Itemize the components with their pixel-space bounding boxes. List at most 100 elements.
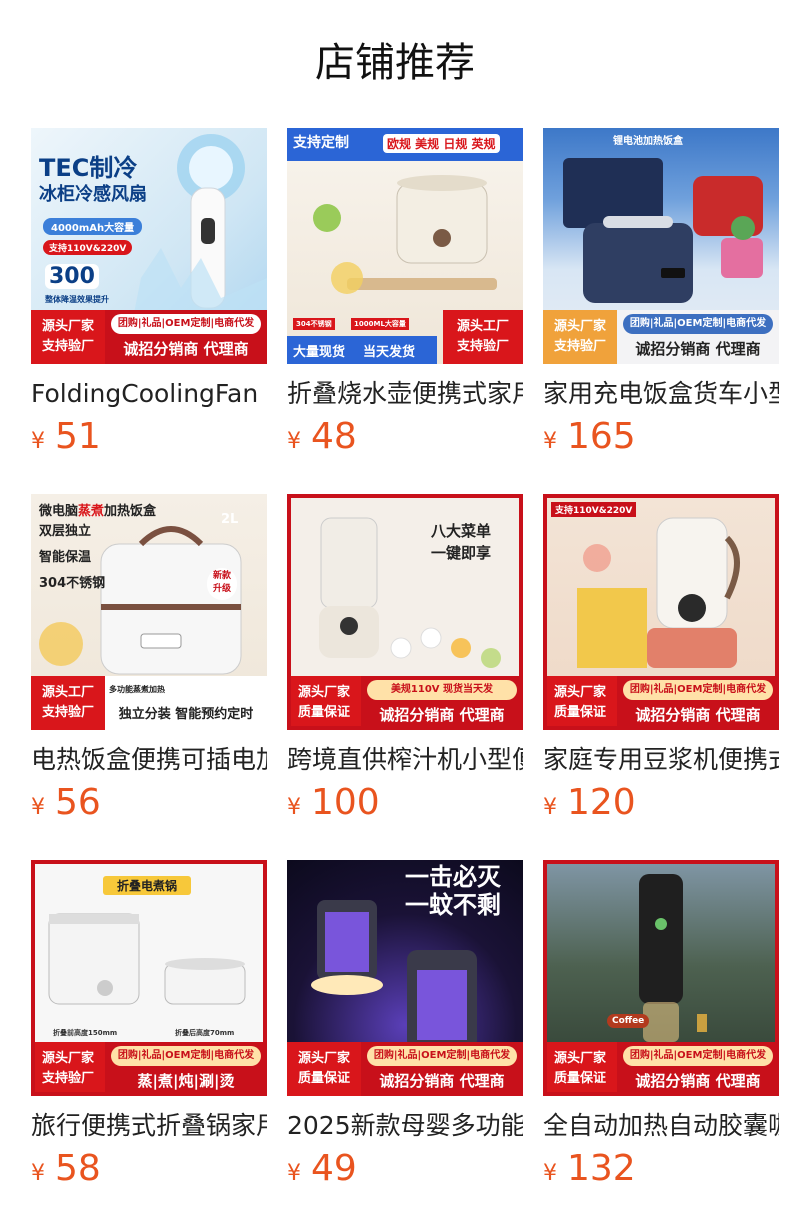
band-main-text: 诚招分销商 代理商 xyxy=(123,340,249,358)
band-top-text: 美规110V 现货当天发 xyxy=(367,680,517,700)
band-top-text: 团购|礼品|OEM定制|电商代发 xyxy=(111,314,261,334)
band-left-line: 源头厂家 xyxy=(297,1051,350,1066)
currency-symbol: ¥ xyxy=(287,1161,301,1186)
band-left-line: 源头厂家 xyxy=(553,1051,606,1066)
promo-band: 源头厂家 质量保证 团购|礼品|OEM定制|电商代发 诚招分销商 代理商 xyxy=(547,1042,775,1092)
product-image[interactable]: TEC制冷 冰柜冷感风扇 4000mAh大容量 支持110V&220V 300 … xyxy=(31,128,267,364)
band-top-text: 多功能蒸煮加热 xyxy=(109,685,165,694)
product-price: ¥120 xyxy=(543,782,779,824)
promo-band: 源头厂家 质量保证 团购|礼品|OEM定制|电商代发 诚招分销商 代理商 xyxy=(287,1042,523,1096)
corner-text: 源头工厂 xyxy=(456,319,509,334)
product-image[interactable]: 支持定制 欧规 美规 日规 英规 304不锈钢 1000ML大容量 大量现货 当… xyxy=(287,128,523,364)
image-note: 折叠后高度70mm xyxy=(175,1029,235,1037)
band-left-line: 源头厂家 xyxy=(553,685,606,700)
band-left-line: 质量保证 xyxy=(553,1071,606,1086)
product-name[interactable]: 2025新款母婴多功能灭蚊灯 xyxy=(287,1110,523,1142)
image-pill: 支持110V&220V xyxy=(43,240,133,255)
product-price: ¥56 xyxy=(31,782,267,824)
image-tag: 欧规 美规 日规 英规 xyxy=(383,134,500,153)
product-name[interactable]: 家庭专用豆浆机便携式 xyxy=(543,744,779,776)
band-left-line: 源头厂家 xyxy=(41,319,94,334)
product-name[interactable]: 跨境直供榨汁机小型便携 xyxy=(287,744,523,776)
product-name[interactable]: 家用充电饭盒货车小型 xyxy=(543,378,779,410)
band-top-text: 团购|礼品|OEM定制|电商代发 xyxy=(623,1046,773,1066)
image-feature: 智能保温 xyxy=(39,550,92,565)
promo-band: 源头厂家 支持验厂 团购|礼品|OEM定制|电商代发 诚招分销商 代理商 xyxy=(543,310,779,364)
band-top-text: 团购|礼品|OEM定制|电商代发 xyxy=(367,1046,517,1066)
product-name[interactable]: FoldingCoolingFan xyxy=(31,378,267,410)
image-subhead: 冰柜冷感风扇 xyxy=(39,184,147,205)
image-tag: 支持110V&220V xyxy=(551,502,637,517)
product-name[interactable]: 电热饭盒便携可插电加热 xyxy=(31,744,267,776)
product-image[interactable]: 折叠电煮锅 折叠前高度150mm 折叠后高度70mm 源头厂家 支持验厂 团购|… xyxy=(31,860,267,1096)
image-note: 整体降温效果提升 xyxy=(45,295,109,304)
currency-symbol: ¥ xyxy=(31,795,45,820)
image-note: 304不锈钢 xyxy=(293,318,335,330)
product-name[interactable]: 旅行便携式折叠锅家用 xyxy=(31,1110,267,1142)
band-left-line: 源头厂家 xyxy=(297,685,350,700)
promo-band: 源头工厂 支持验厂 多功能蒸煮加热 独立分装 智能预约定时 xyxy=(31,676,267,730)
corner-badge: 源头工厂 支持验厂 xyxy=(443,310,523,364)
product-card[interactable]: Coffee 源头厂家 质量保证 团购|礼品|OEM定制|电商代发 诚招分销商 … xyxy=(543,860,779,1190)
currency-symbol: ¥ xyxy=(287,795,301,820)
product-price: ¥132 xyxy=(543,1148,779,1190)
image-feature: 双层独立 xyxy=(39,524,92,539)
promo-band: 源头厂家 支持验厂 团购|礼品|OEM定制|电商代发 蒸|煮|炖|涮|烫 xyxy=(35,1042,263,1092)
currency-symbol: ¥ xyxy=(543,429,557,454)
band-main-text: 诚招分销商 代理商 xyxy=(635,706,761,724)
image-banner: 锂电池加热饭盒 xyxy=(613,136,683,147)
band-left-line: 质量保证 xyxy=(553,705,606,720)
product-card[interactable]: 微电脑蒸煮加热饭盒 双层独立 智能保温 304不锈钢 2L 新款 升级 源头工厂 … xyxy=(31,494,267,824)
product-image[interactable]: 一击必灭 一蚊不剩 源头厂家 质量保证 团购|礼品|OEM定制|电商代发 诚招分… xyxy=(287,860,523,1096)
image-headline: 微电脑蒸煮加热饭盒 xyxy=(39,504,157,519)
price-value: 165 xyxy=(567,416,636,457)
product-card[interactable]: 八大菜单 一键即享 源头厂家 质量保证 美规110V 现货当天发 诚招分销商 代… xyxy=(287,494,523,824)
price-value: 132 xyxy=(567,1148,636,1189)
band-left-line: 质量保证 xyxy=(297,1071,350,1086)
product-price: ¥51 xyxy=(31,416,267,458)
product-price: ¥165 xyxy=(543,416,779,458)
currency-symbol: ¥ xyxy=(31,1161,45,1186)
product-card[interactable]: 一击必灭 一蚊不剩 源头厂家 质量保证 团购|礼品|OEM定制|电商代发 诚招分… xyxy=(287,860,523,1190)
promo-band: 源头厂家 质量保证 团购|礼品|OEM定制|电商代发 诚招分销商 代理商 xyxy=(547,676,775,726)
price-value: 58 xyxy=(55,1148,101,1189)
currency-symbol: ¥ xyxy=(543,795,557,820)
band-main-text: 诚招分销商 代理商 xyxy=(379,706,505,724)
price-value: 49 xyxy=(311,1148,357,1189)
currency-symbol: ¥ xyxy=(31,429,45,454)
image-headline: TEC制冷 xyxy=(39,154,138,182)
product-card[interactable]: 锂电池加热饭盒 源头厂家 支持验厂 团购|礼品|OEM定制|电商代发 诚招分销商… xyxy=(543,128,779,458)
image-sticker: 新款 升级 xyxy=(207,568,237,600)
image-note: 折叠前高度150mm xyxy=(53,1029,118,1037)
band-top-text: 团购|礼品|OEM定制|电商代发 xyxy=(623,314,773,334)
image-pill: 4000mAh大容量 xyxy=(43,218,143,235)
band-left-line: 质量保证 xyxy=(297,705,350,720)
product-price: ¥100 xyxy=(287,782,523,824)
product-image[interactable]: Coffee 源头厂家 质量保证 团购|礼品|OEM定制|电商代发 诚招分销商 … xyxy=(543,860,779,1096)
product-image[interactable]: 微电脑蒸煮加热饭盒 双层独立 智能保温 304不锈钢 2L 新款 升级 源头工厂 … xyxy=(31,494,267,730)
band-top-text: 团购|礼品|OEM定制|电商代发 xyxy=(623,680,773,700)
band-left-line: 支持验厂 xyxy=(41,1071,94,1086)
product-image[interactable]: 支持110V&220V 源头厂家 质量保证 团购|礼品|OEM定制|电商代发 诚… xyxy=(543,494,779,730)
band-left-line: 支持验厂 xyxy=(41,339,94,354)
product-image[interactable]: 锂电池加热饭盒 源头厂家 支持验厂 团购|礼品|OEM定制|电商代发 诚招分销商… xyxy=(543,128,779,364)
product-price: ¥48 xyxy=(287,416,523,458)
image-capacity: 2L xyxy=(221,512,239,527)
product-card[interactable]: 支持110V&220V 源头厂家 质量保证 团购|礼品|OEM定制|电商代发 诚… xyxy=(543,494,779,824)
image-note: 1000ML大容量 xyxy=(351,318,409,330)
product-card[interactable]: TEC制冷 冰柜冷感风扇 4000mAh大容量 支持110V&220V 300 … xyxy=(31,128,267,458)
product-name[interactable]: 折叠烧水壶便携式家用 xyxy=(287,378,523,410)
product-card[interactable]: 支持定制 欧规 美规 日规 英规 304不锈钢 1000ML大容量 大量现货 当… xyxy=(287,128,523,458)
product-card[interactable]: 折叠电煮锅 折叠前高度150mm 折叠后高度70mm 源头厂家 支持验厂 团购|… xyxy=(31,860,267,1190)
price-value: 56 xyxy=(55,782,101,823)
image-headline: 一键即享 xyxy=(431,544,492,562)
band-left-line: 源头厂家 xyxy=(41,1051,94,1066)
product-image[interactable]: 八大菜单 一键即享 源头厂家 质量保证 美规110V 现货当天发 诚招分销商 代… xyxy=(287,494,523,730)
product-price: ¥58 xyxy=(31,1148,267,1190)
product-name[interactable]: 全自动加热自动胶囊咖啡机 xyxy=(543,1110,779,1142)
image-tag: 支持定制 xyxy=(293,135,349,151)
price-value: 100 xyxy=(311,782,380,823)
corner-text: 支持验厂 xyxy=(456,339,509,354)
band-left-line: 源头厂家 xyxy=(553,319,606,334)
image-headline: 一蚊不剩 xyxy=(405,891,501,919)
